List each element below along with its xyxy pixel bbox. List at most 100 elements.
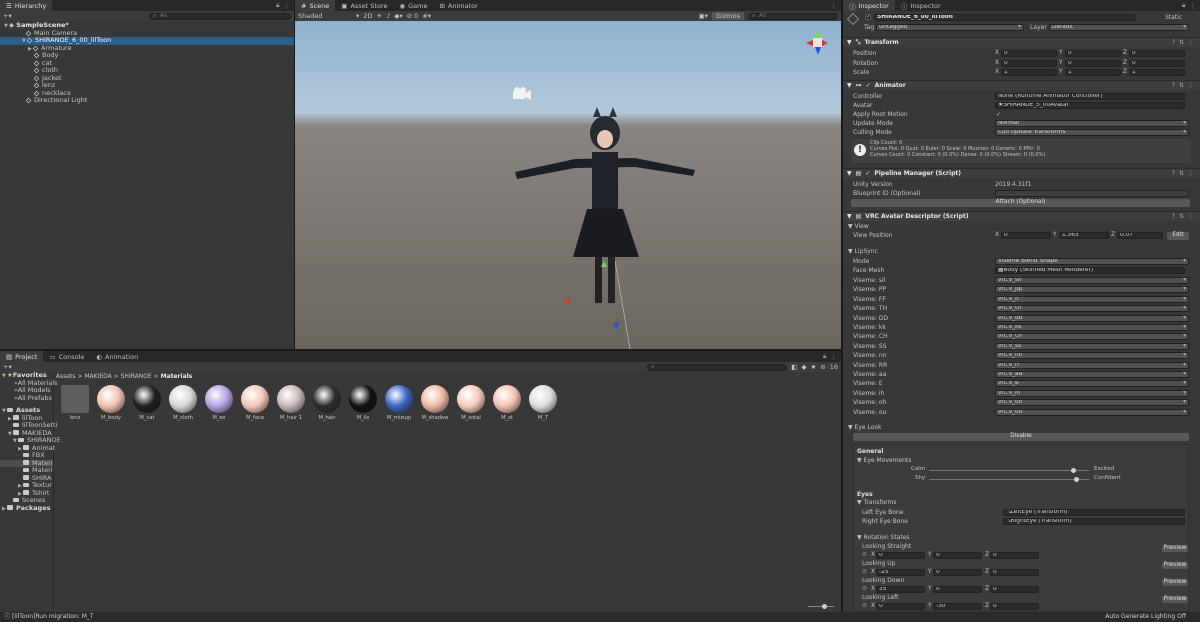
- slider-thumb[interactable]: [1070, 467, 1076, 473]
- viseme-dropdown[interactable]: vrc.v_ff: [995, 295, 1189, 303]
- help-icon[interactable]: ?: [1172, 170, 1175, 177]
- update-mode-dropdown[interactable]: Normal: [995, 120, 1189, 127]
- tag-dropdown[interactable]: Untagged: [876, 24, 1024, 31]
- menu-icon[interactable]: ⋮: [1188, 213, 1194, 220]
- material-asset[interactable]: M_sotai: [456, 385, 486, 423]
- status-message[interactable]: [lilToon]Run migration: M_T: [12, 613, 94, 620]
- help-icon[interactable]: ?: [1172, 82, 1175, 89]
- scene-search[interactable]: All: [748, 12, 838, 20]
- slider-thumb[interactable]: [1073, 476, 1079, 482]
- shy-confident-slider[interactable]: [929, 476, 1089, 482]
- state-y-field[interactable]: 0: [933, 586, 982, 593]
- hidden-count-icon[interactable]: ⊘: [820, 363, 825, 371]
- attach-button[interactable]: Attach (Optional): [851, 199, 1190, 207]
- state-x-field[interactable]: 0: [876, 603, 925, 610]
- project-search[interactable]: [647, 363, 788, 371]
- tab-project[interactable]: ▤ Project: [0, 351, 44, 362]
- viseme-dropdown[interactable]: vrc.v_dd: [995, 314, 1189, 322]
- link-icon[interactable]: ⊘: [862, 551, 867, 558]
- material-asset[interactable]: M_st: [492, 385, 522, 423]
- camera-settings-icon[interactable]: ▣▾: [699, 12, 708, 20]
- pipeline-header[interactable]: ▼ ▤ ✓ Pipeline Manager (Script)? ⇅ ⋮: [843, 168, 1200, 178]
- chevron-down-icon[interactable]: ▾: [356, 12, 359, 20]
- 2d-toggle[interactable]: 2D: [363, 12, 372, 20]
- scale-z-field[interactable]: 1: [1129, 69, 1185, 76]
- zoom-slider[interactable]: [808, 604, 834, 609]
- camera-icon[interactable]: [513, 87, 531, 100]
- rotation-y-field[interactable]: 0: [1065, 59, 1121, 67]
- enabled-checkbox[interactable]: ✓: [866, 82, 871, 89]
- effects-icon[interactable]: ◆▾: [394, 12, 402, 20]
- lock-icon[interactable]: 🔒︎: [823, 352, 826, 361]
- active-checkbox[interactable]: ✓: [865, 14, 871, 20]
- tab-inspector-2[interactable]: ⓘ Inspector: [895, 0, 947, 11]
- preview-button[interactable]: Preview: [1162, 579, 1188, 586]
- controller-field[interactable]: None (Runtime Animator Controller): [995, 93, 1185, 100]
- viseme-dropdown[interactable]: vrc.v_oh: [995, 399, 1189, 407]
- foldout-icon[interactable]: ▼: [847, 213, 852, 220]
- link-icon[interactable]: ⊘: [862, 602, 867, 609]
- material-asset[interactable]: M_hair 1: [276, 385, 306, 423]
- help-icon[interactable]: ?: [1172, 213, 1175, 220]
- viseme-dropdown[interactable]: vrc.v_ch: [995, 333, 1189, 341]
- filter-type-icon[interactable]: ◧: [791, 363, 797, 371]
- viseme-dropdown[interactable]: vrc.v_ou: [995, 408, 1189, 416]
- position-z-field[interactable]: 0: [1129, 50, 1185, 57]
- preset-icon[interactable]: ⇅: [1179, 170, 1184, 177]
- enabled-checkbox[interactable]: ✓: [865, 170, 870, 177]
- state-y-field[interactable]: -30: [933, 603, 982, 610]
- state-x-field[interactable]: 0: [876, 552, 925, 559]
- view-x-field[interactable]: 0: [1001, 232, 1051, 239]
- lock-icon[interactable]: 🔒︎: [1182, 1, 1185, 10]
- menu-icon[interactable]: ⋮: [1188, 39, 1194, 46]
- hierarchy-item[interactable]: Directional Light: [0, 96, 294, 105]
- material-asset[interactable]: M_body: [96, 385, 126, 423]
- breadcrumb-item[interactable]: Assets: [56, 373, 76, 380]
- help-icon[interactable]: ?: [1172, 39, 1175, 46]
- tab-scene[interactable]: # Scene: [295, 0, 336, 11]
- scale-x-field[interactable]: 1: [1001, 69, 1057, 76]
- tab-animation[interactable]: ◐ Animation: [90, 351, 144, 362]
- tab-inspector[interactable]: ⓘ Inspector: [843, 0, 895, 11]
- link-icon[interactable]: ⊘: [862, 585, 867, 592]
- culling-mode-dropdown[interactable]: Cull Update Transforms: [995, 129, 1189, 136]
- rotation-x-field[interactable]: 0: [1001, 59, 1057, 67]
- material-asset[interactable]: M_cat: [132, 385, 162, 423]
- viseme-dropdown[interactable]: vrc.v_ih: [995, 389, 1189, 397]
- viseme-dropdown[interactable]: vrc.v_ss: [995, 342, 1189, 350]
- lipsync-section[interactable]: ▼ LipSync: [848, 248, 878, 255]
- root-motion-checkbox[interactable]: ✓: [996, 111, 1001, 118]
- state-y-field[interactable]: 0: [933, 552, 982, 559]
- hierarchy-search[interactable]: All: [149, 12, 291, 20]
- material-asset[interactable]: M_iis: [348, 385, 378, 423]
- add-icon[interactable]: +▾: [3, 12, 12, 20]
- menu-icon[interactable]: ⋮: [284, 2, 291, 10]
- tab-animator[interactable]: ⊞ Animator: [433, 0, 483, 11]
- layer-dropdown[interactable]: Default: [1049, 24, 1189, 31]
- material-asset[interactable]: M_face: [240, 385, 270, 423]
- gizmo-x-axis-icon[interactable]: [563, 297, 570, 304]
- calm-excited-slider[interactable]: [929, 467, 1089, 473]
- state-x-field[interactable]: -25: [876, 569, 925, 576]
- material-asset[interactable]: lenz: [60, 385, 90, 423]
- material-asset[interactable]: M_cloth: [168, 385, 198, 423]
- light-icon[interactable]: ☀: [376, 12, 382, 20]
- lighting-status[interactable]: Auto Generate Lighting Off: [1105, 612, 1186, 622]
- favorite-item[interactable]: ⌕All Prefabs: [0, 394, 53, 403]
- view-y-field[interactable]: 1.363: [1059, 232, 1109, 239]
- avatar-field[interactable]: ★SHIRANOE_5_00Avatar: [995, 102, 1185, 109]
- preview-button[interactable]: Preview: [1162, 596, 1188, 603]
- scene-viewport[interactable]: [295, 21, 841, 349]
- lipsync-mode-dropdown[interactable]: Viseme Blend Shape: [995, 257, 1189, 265]
- material-asset[interactable]: M_mizugi: [384, 385, 414, 423]
- transform-header[interactable]: ▼ ⤡ Transform? ⇅ ⋮: [843, 37, 1200, 47]
- menu-icon[interactable]: ⋮: [831, 353, 838, 361]
- vrc-descriptor-header[interactable]: ▼ ▤ VRC Avatar Descriptor (Script)? ⇅ ⋮: [843, 211, 1200, 221]
- zoom-slider-thumb[interactable]: [822, 604, 827, 609]
- static-toggle[interactable]: Static: [1165, 14, 1182, 21]
- disable-button[interactable]: Disable: [853, 433, 1189, 441]
- viseme-dropdown[interactable]: vrc.v_e: [995, 380, 1189, 388]
- position-y-field[interactable]: 0: [1065, 50, 1121, 57]
- menu-icon[interactable]: ⋮: [1190, 2, 1197, 10]
- menu-icon[interactable]: ⋮: [1188, 170, 1194, 177]
